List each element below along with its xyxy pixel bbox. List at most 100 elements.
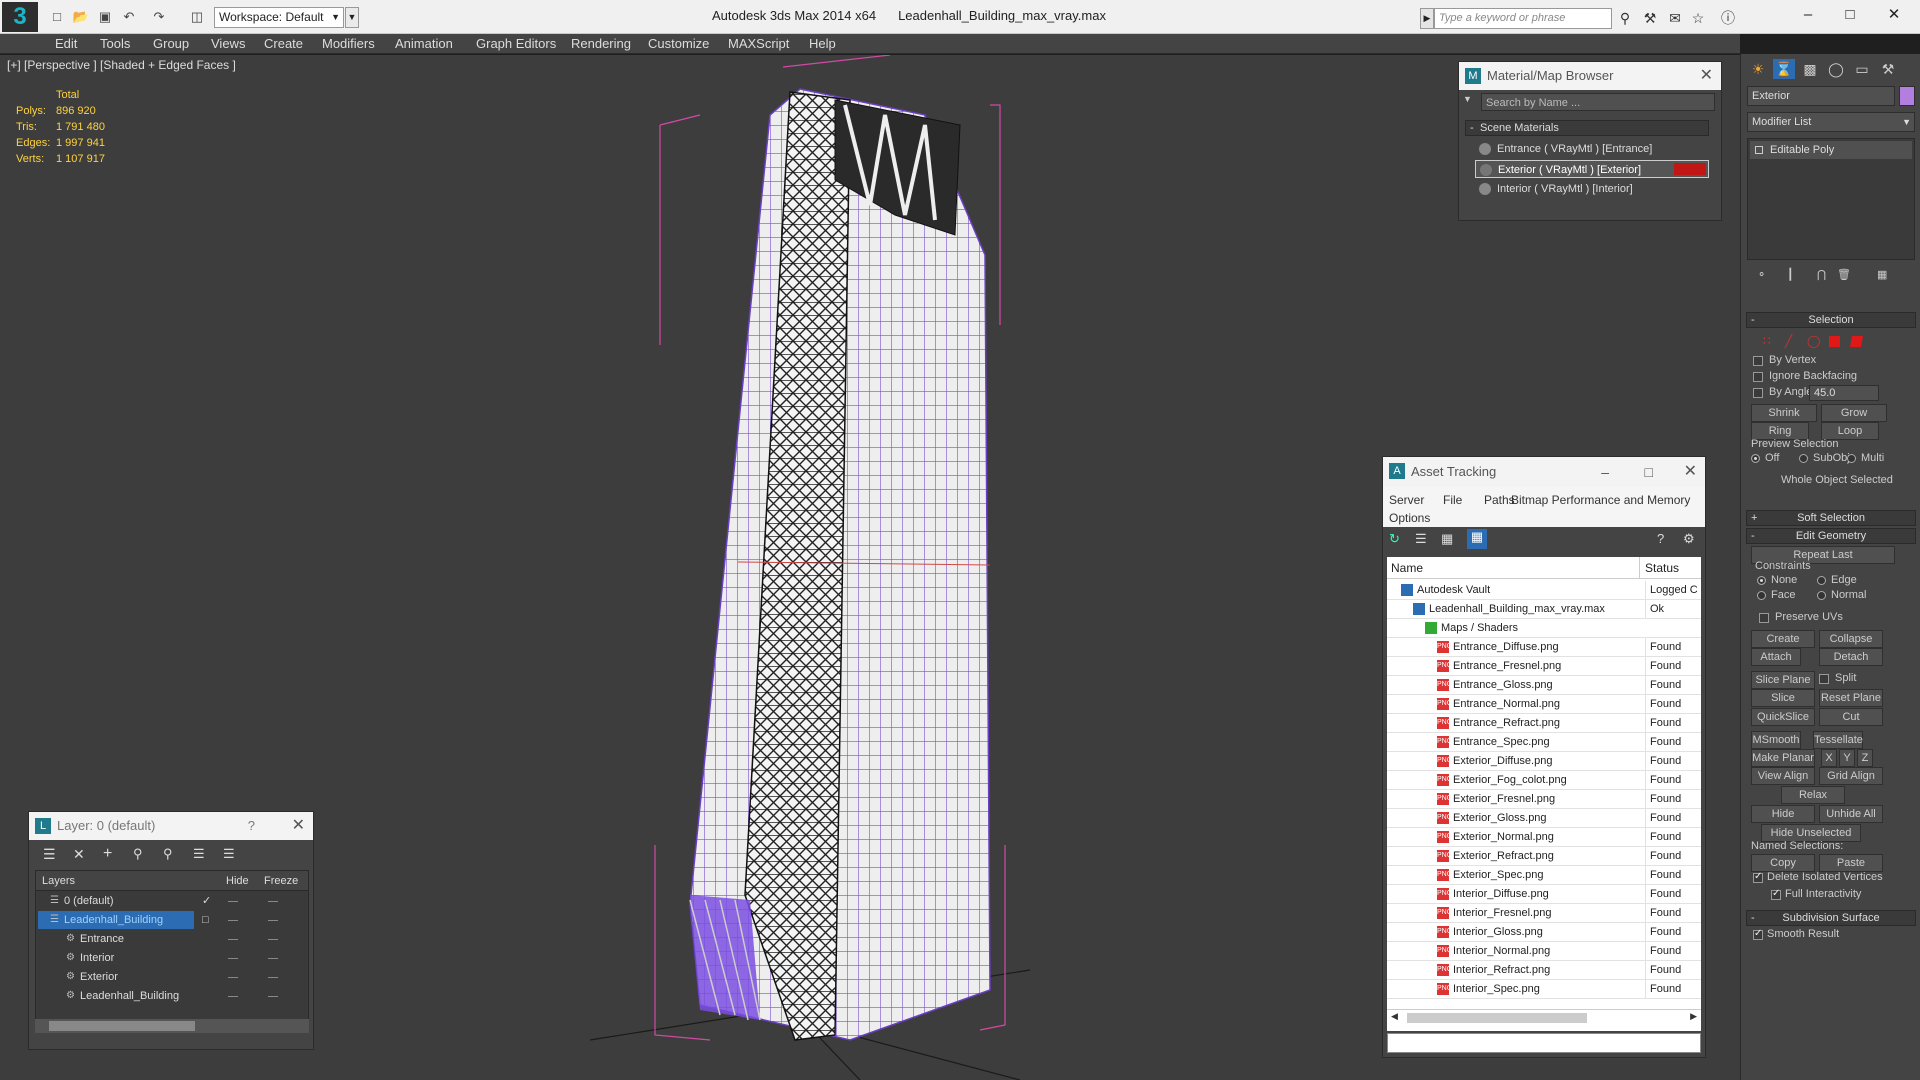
layer-row[interactable]: ☰ 0 (default) ✓ — [36, 892, 308, 911]
paste-button[interactable]: Paste — [1819, 854, 1883, 872]
maximize-button[interactable]: □ — [1830, 4, 1870, 26]
asset-row[interactable]: PNG Entrance_Fresnel.png Found — [1387, 657, 1701, 676]
workspace-dropdown[interactable]: Workspace: Default ▼ — [214, 7, 344, 28]
communication-icon[interactable]: ✉ — [1665, 8, 1685, 28]
motion-tab-icon[interactable]: ◯ — [1825, 59, 1847, 79]
create-button[interactable]: Create — [1751, 630, 1815, 648]
asset-row[interactable]: PNG Exterior_Diffuse.png Found — [1387, 752, 1701, 771]
unhide-all-button[interactable]: Unhide All — [1819, 805, 1883, 823]
element-icon[interactable] — [1850, 336, 1863, 347]
split-checkbox[interactable] — [1819, 674, 1829, 684]
asset-row[interactable]: Leadenhall_Building_max_vray.max Ok — [1387, 600, 1701, 619]
make-planar-button[interactable]: Make Planar — [1751, 749, 1815, 767]
material-item[interactable]: Entrance ( VRayMtl ) [Entrance] — [1475, 140, 1709, 158]
menu-create[interactable]: Create — [264, 36, 303, 51]
menu-options[interactable]: Options — [1389, 511, 1430, 525]
grid-align-button[interactable]: Grid Align — [1819, 767, 1883, 785]
menu-group[interactable]: Group — [153, 36, 189, 51]
remove-modifier-icon[interactable]: 🗑 — [1837, 268, 1851, 281]
menu-modifiers[interactable]: Modifiers — [322, 36, 375, 51]
column-header-freeze[interactable]: Freeze — [264, 875, 298, 887]
scroll-left-icon[interactable]: ◀ — [1391, 1011, 1398, 1022]
project-folder-icon[interactable]: ◫ — [188, 8, 206, 26]
layer-explorer-titlebar[interactable]: L Layer: 0 (default)? ✕ — [29, 812, 313, 840]
make-planar-z-button[interactable]: Z — [1857, 749, 1873, 767]
undo-icon[interactable]: ↶ — [120, 8, 138, 26]
keyword-search-input[interactable]: Type a keyword or phrase — [1434, 8, 1612, 29]
select-in-layer-icon[interactable]: ⚲ — [133, 846, 143, 862]
menu-tools[interactable]: Tools — [100, 36, 130, 51]
add-to-layer-icon[interactable]: + — [103, 845, 112, 863]
constraint-none-radio[interactable] — [1757, 576, 1766, 585]
constraint-face-radio[interactable] — [1757, 591, 1766, 600]
maximize-icon[interactable]: □ — [1645, 457, 1653, 487]
freeze-toggle[interactable] — [268, 977, 278, 978]
pin-stack-icon[interactable]: ⚬ — [1757, 268, 1766, 281]
modifier-stack-item[interactable]: Editable Poly — [1750, 141, 1912, 159]
freeze-toggle[interactable] — [268, 958, 278, 959]
material-search-input[interactable]: Search by Name ... — [1481, 93, 1715, 111]
column-header-name[interactable]: Name — [1391, 561, 1423, 575]
help-button[interactable]: ? — [248, 812, 255, 840]
column-header-status[interactable]: Status — [1645, 561, 1679, 575]
freeze-toggle[interactable] — [268, 996, 278, 997]
column-header-hide[interactable]: Hide — [226, 875, 249, 887]
by-vertex-checkbox[interactable] — [1753, 356, 1763, 366]
asset-tracking-titlebar[interactable]: A Asset Tracking – □ ✕ — [1383, 457, 1705, 487]
utilities-tab-icon[interactable]: ⚒ — [1877, 59, 1899, 79]
detach-button[interactable]: Detach — [1819, 648, 1883, 666]
preview-subobj-radio[interactable] — [1799, 454, 1808, 463]
delete-isolated-checkbox[interactable] — [1753, 871, 1763, 883]
menu-views[interactable]: Views — [211, 36, 245, 51]
tessellate-button[interactable]: Tessellate — [1813, 731, 1863, 749]
border-icon[interactable]: ◯ — [1807, 334, 1820, 348]
hide-toggle[interactable] — [228, 920, 238, 921]
menu-maxscript[interactable]: MAXScript — [728, 36, 789, 51]
copy-button[interactable]: Copy — [1751, 854, 1815, 872]
asset-row[interactable]: PNG Entrance_Refract.png Found — [1387, 714, 1701, 733]
attach-button[interactable]: Attach — [1751, 648, 1801, 666]
create-tab-icon[interactable]: ☀ — [1747, 59, 1769, 79]
constraint-normal-radio[interactable] — [1817, 591, 1826, 600]
asset-row[interactable]: PNG Interior_Gloss.png Found — [1387, 923, 1701, 942]
menu-customize[interactable]: Customize — [648, 36, 709, 51]
layer-row[interactable]: ⚙ Leadenhall_Building — [36, 987, 308, 1006]
material-browser-titlebar[interactable]: M Material/Map Browser ✕ — [1459, 62, 1721, 90]
active-layer-toggle[interactable]: □ — [202, 911, 209, 929]
asset-row[interactable]: PNG Exterior_Gloss.png Found — [1387, 809, 1701, 828]
layer-row[interactable]: ⚙ Exterior — [36, 968, 308, 987]
display-tab-icon[interactable]: ▭ — [1851, 59, 1873, 79]
by-angle-checkbox[interactable] — [1753, 388, 1763, 398]
asset-row[interactable]: PNG Interior_Refract.png Found — [1387, 961, 1701, 980]
freeze-toggle[interactable] — [268, 901, 278, 902]
workspace-options-button[interactable]: ▼ — [345, 7, 359, 28]
layer-row[interactable]: ☰ Leadenhall_Building □ — [36, 911, 308, 930]
table-view-icon[interactable]: ▦ — [1467, 529, 1487, 549]
subdivision-surface-rollout[interactable]: - Subdivision Surface — [1746, 910, 1916, 926]
hide-all-icon[interactable]: ☰ — [193, 846, 205, 862]
new-file-icon[interactable]: □ — [48, 8, 66, 26]
highlight-layer-icon[interactable]: ⚲ — [163, 846, 173, 862]
scroll-right-icon[interactable]: ▶ — [1690, 1011, 1697, 1022]
thumbnail-view-icon[interactable]: ▦ — [1441, 531, 1457, 547]
asset-row[interactable]: PNG Interior_Diffuse.png Found — [1387, 885, 1701, 904]
modify-tab-icon[interactable]: ⌛ — [1773, 59, 1795, 79]
new-layer-icon[interactable]: ☰ — [43, 846, 56, 863]
soft-selection-rollout[interactable]: + Soft Selection — [1746, 510, 1916, 526]
menu-help[interactable]: Help — [809, 36, 836, 51]
help-icon[interactable]: ? — [1657, 531, 1664, 546]
full-interactivity-checkbox[interactable] — [1771, 888, 1781, 900]
show-end-result-icon[interactable]: ┃ — [1787, 268, 1794, 281]
preview-multi-radio[interactable] — [1847, 454, 1856, 463]
close-icon[interactable]: ✕ — [1700, 62, 1713, 90]
settings-icon[interactable]: ⚙ — [1683, 531, 1695, 547]
freeze-toggle[interactable] — [268, 920, 278, 921]
asset-row[interactable]: PNG Exterior_Fog_colot.png Found — [1387, 771, 1701, 790]
layer-row[interactable]: ⚙ Interior — [36, 949, 308, 968]
minimize-icon[interactable]: – — [1601, 457, 1609, 487]
layer-row[interactable]: ⚙ Entrance — [36, 930, 308, 949]
selection-rollout[interactable]: - Selection — [1746, 312, 1916, 328]
list-view-icon[interactable]: ☰ — [1415, 531, 1431, 547]
close-button[interactable]: ✕ — [1874, 4, 1914, 26]
quickslice-button[interactable]: QuickSlice — [1751, 708, 1815, 726]
